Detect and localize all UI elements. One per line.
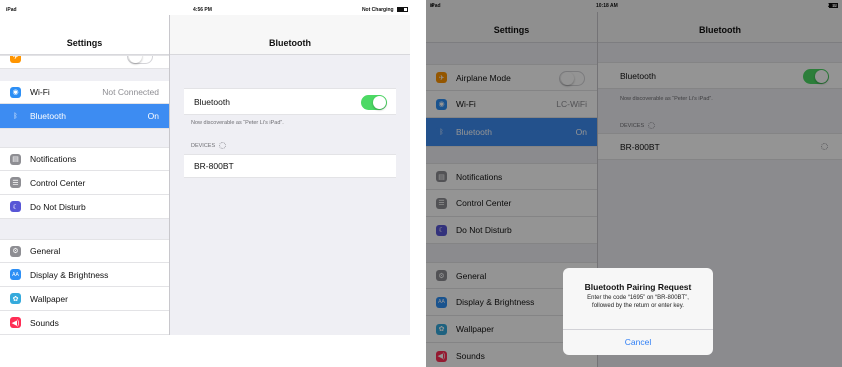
airplane-icon: ✈	[10, 56, 21, 63]
notifications-icon: ▤	[10, 153, 21, 165]
sidebar-item-notifications[interactable]: ▤ Notifications	[0, 147, 169, 171]
cancel-button[interactable]: Cancel	[563, 329, 713, 355]
sidebar-item-bluetooth[interactable]: ᛒ Bluetooth On	[0, 104, 169, 129]
bluetooth-toggle[interactable]	[361, 95, 387, 110]
status-time: 4:56 PM	[193, 7, 212, 13]
sidebar-item-control-center[interactable]: ☰ Control Center	[0, 171, 169, 195]
alert-message-line: followed by the return or enter key.	[592, 303, 684, 309]
ipad-screen-left: iPad 4:56 PM Not Charging Settings ✈ ◉ W…	[0, 0, 410, 367]
sidebar-item-label: Control Center	[30, 177, 86, 188]
spinner-icon	[219, 142, 227, 149]
wallpaper-icon: ✿	[10, 293, 21, 304]
sidebar-item-label: Wi-Fi	[30, 87, 50, 97]
sidebar-item-label: Bluetooth	[30, 111, 66, 121]
sidebar-item-general[interactable]: ⚙ General	[0, 239, 169, 263]
device-row-br-800bt[interactable]: BR-800BT	[184, 154, 396, 178]
bluetooth-detail-pane: Bluetooth Bluetooth Now discoverable as …	[170, 15, 410, 335]
comparison-figure: iPad 4:56 PM Not Charging Settings ✈ ◉ W…	[0, 0, 842, 367]
battery-icon	[397, 7, 408, 13]
airplane-mode-toggle[interactable]	[127, 56, 153, 64]
control-center-icon: ☰	[10, 177, 21, 188]
wifi-icon: ◉	[10, 86, 21, 98]
sidebar-item-label: Notifications	[30, 154, 77, 164]
sidebar-item-label: Display & Brightness	[30, 269, 109, 280]
battery-text: Not Charging	[361, 7, 394, 13]
sidebar-item-sounds[interactable]: ◀) Sounds	[0, 311, 169, 335]
device-label: iPad	[6, 7, 17, 13]
ipad-screen-right: iPad ≋ 10:18 AM ⚡24% Settings ✈ Airplane…	[426, 0, 842, 367]
alert-message-line: Enter the code “1695” on “BR-800BT”,	[587, 295, 689, 301]
speaker-icon: ◀)	[10, 317, 21, 328]
alert-message: Enter the code “1695” on “BR-800BT”, fol…	[563, 294, 713, 310]
wifi-status-value: Not Connected	[102, 87, 159, 97]
devices-header-text: DEVICES	[191, 142, 216, 149]
brightness-icon: AA	[10, 269, 21, 280]
discoverable-note: Now discoverable as “Peter Li's iPad”.	[191, 120, 284, 126]
settings-sidebar: Settings ✈ ◉ Wi-Fi Not Connected ᛒ Bluet…	[0, 15, 170, 335]
sidebar-item-label: General	[30, 246, 61, 256]
sidebar-item-wallpaper[interactable]: ✿ Wallpaper	[0, 287, 169, 311]
sidebar-item-label: Wallpaper	[30, 293, 68, 304]
battery-status: Not Charging	[362, 7, 408, 13]
sidebar-item-do-not-disturb[interactable]: ☾ Do Not Disturb	[0, 195, 169, 219]
status-bar: iPad 4:56 PM Not Charging	[0, 5, 410, 14]
devices-header: DEVICES	[191, 142, 227, 149]
device-name: BR-800BT	[194, 161, 234, 171]
bluetooth-toggle-row: Bluetooth	[184, 88, 396, 115]
sidebar-item-label: Do Not Disturb	[30, 201, 86, 212]
sidebar-item-wifi[interactable]: ◉ Wi-Fi Not Connected	[0, 81, 169, 104]
gear-icon: ⚙	[10, 245, 21, 257]
sidebar-item-label: Sounds	[30, 317, 59, 328]
pairing-request-alert: Bluetooth Pairing Request Enter the code…	[563, 268, 713, 355]
detail-title: Bluetooth	[170, 15, 410, 55]
moon-icon: ☾	[10, 201, 21, 212]
sidebar-title: Settings	[0, 15, 169, 55]
sidebar-item-display-brightness[interactable]: AA Display & Brightness	[0, 263, 169, 287]
alert-title: Bluetooth Pairing Request	[584, 282, 692, 292]
sidebar-item-airplane-mode[interactable]: ✈	[0, 55, 169, 69]
bluetooth-icon: ᛒ	[10, 110, 21, 122]
bluetooth-status-value: On	[147, 111, 159, 121]
